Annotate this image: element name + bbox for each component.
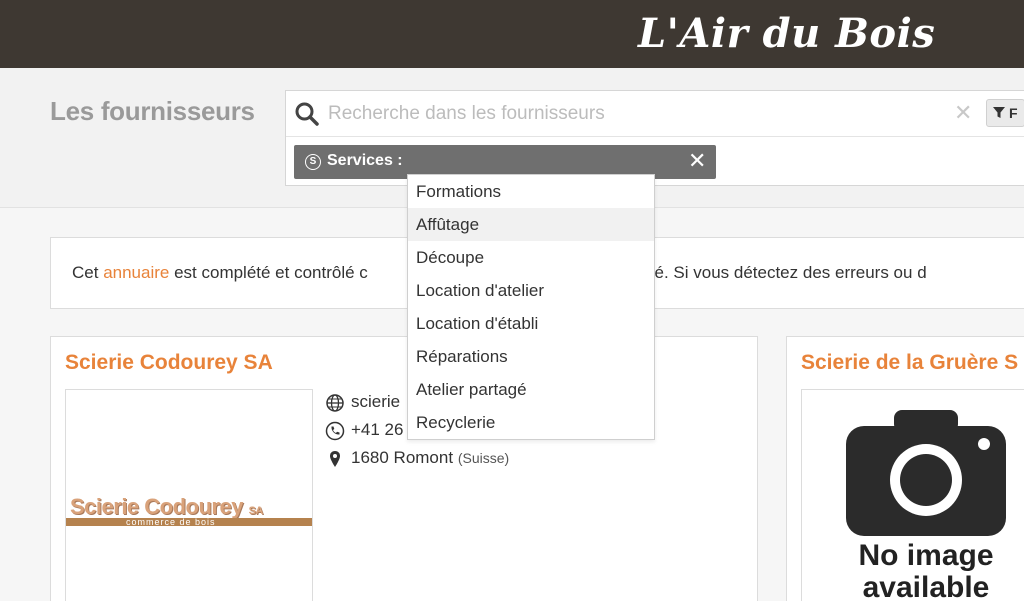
page-title: Les fournisseurs	[50, 96, 255, 126]
services-dropdown: Formations Affûtage Découpe Location d'a…	[407, 174, 655, 440]
dropdown-item-location-etabli[interactable]: Location d'établi	[408, 307, 654, 340]
map-marker-icon	[330, 451, 340, 467]
logo-subtitle: commerce de bois	[126, 517, 216, 527]
country-text: (Suisse)	[457, 450, 510, 466]
directory-link[interactable]: annuaire	[103, 263, 169, 282]
filter-icon	[993, 107, 1005, 118]
dropdown-item-reparations[interactable]: Réparations	[408, 340, 654, 373]
filter-button-label: F	[1009, 105, 1018, 121]
dropdown-item-affutage[interactable]: Affûtage	[408, 208, 654, 241]
dropdown-item-formations[interactable]: Formations	[408, 175, 654, 208]
info-prefix: Cet	[72, 263, 104, 282]
address-row: 1680 Romont (Suisse)	[325, 447, 509, 475]
search-box: ✕ F S Services : ✕	[285, 90, 1024, 186]
globe-icon	[326, 394, 344, 412]
dropdown-item-location-atelier[interactable]: Location d'atelier	[408, 274, 654, 307]
no-image-placeholder[interactable]: No image available	[801, 389, 1024, 601]
dropdown-item-decoupe[interactable]: Découpe	[408, 241, 654, 274]
website-text[interactable]: scierie	[351, 392, 400, 411]
search-input[interactable]	[328, 100, 928, 128]
phone-text[interactable]: +41 26	[351, 420, 403, 439]
filter-button[interactable]: F	[986, 99, 1024, 127]
supplier-name[interactable]: Scierie de la Gruère S	[801, 351, 1018, 375]
no-image-text: No image available	[858, 539, 994, 601]
camera-icon	[846, 410, 1006, 536]
supplier-logo[interactable]: Scierie Codourey SA commerce de bois	[65, 389, 313, 601]
supplier-name[interactable]: Scierie Codourey SA	[65, 351, 273, 375]
dropdown-item-atelier-partage[interactable]: Atelier partagé	[408, 373, 654, 406]
phone-icon	[325, 421, 345, 441]
top-bar: L'Air du Bois	[0, 0, 1024, 68]
tag-close-icon[interactable]: ✕	[688, 148, 706, 174]
supplier-card[interactable]: Scierie de la Gruère S No image availabl…	[786, 336, 1024, 601]
search-icon	[295, 102, 319, 126]
city-text: 1680 Romont	[351, 448, 454, 467]
info-middle: est complété et contrôlé c	[169, 263, 368, 282]
close-icon[interactable]: ✕	[954, 101, 972, 125]
search-row: ✕ F	[286, 91, 1024, 137]
services-icon: S	[305, 154, 321, 170]
dropdown-item-recyclerie[interactable]: Recyclerie	[408, 406, 654, 439]
tag-label: Services :	[327, 152, 403, 169]
brand-logo[interactable]: L'Air du Bois	[638, 10, 935, 57]
